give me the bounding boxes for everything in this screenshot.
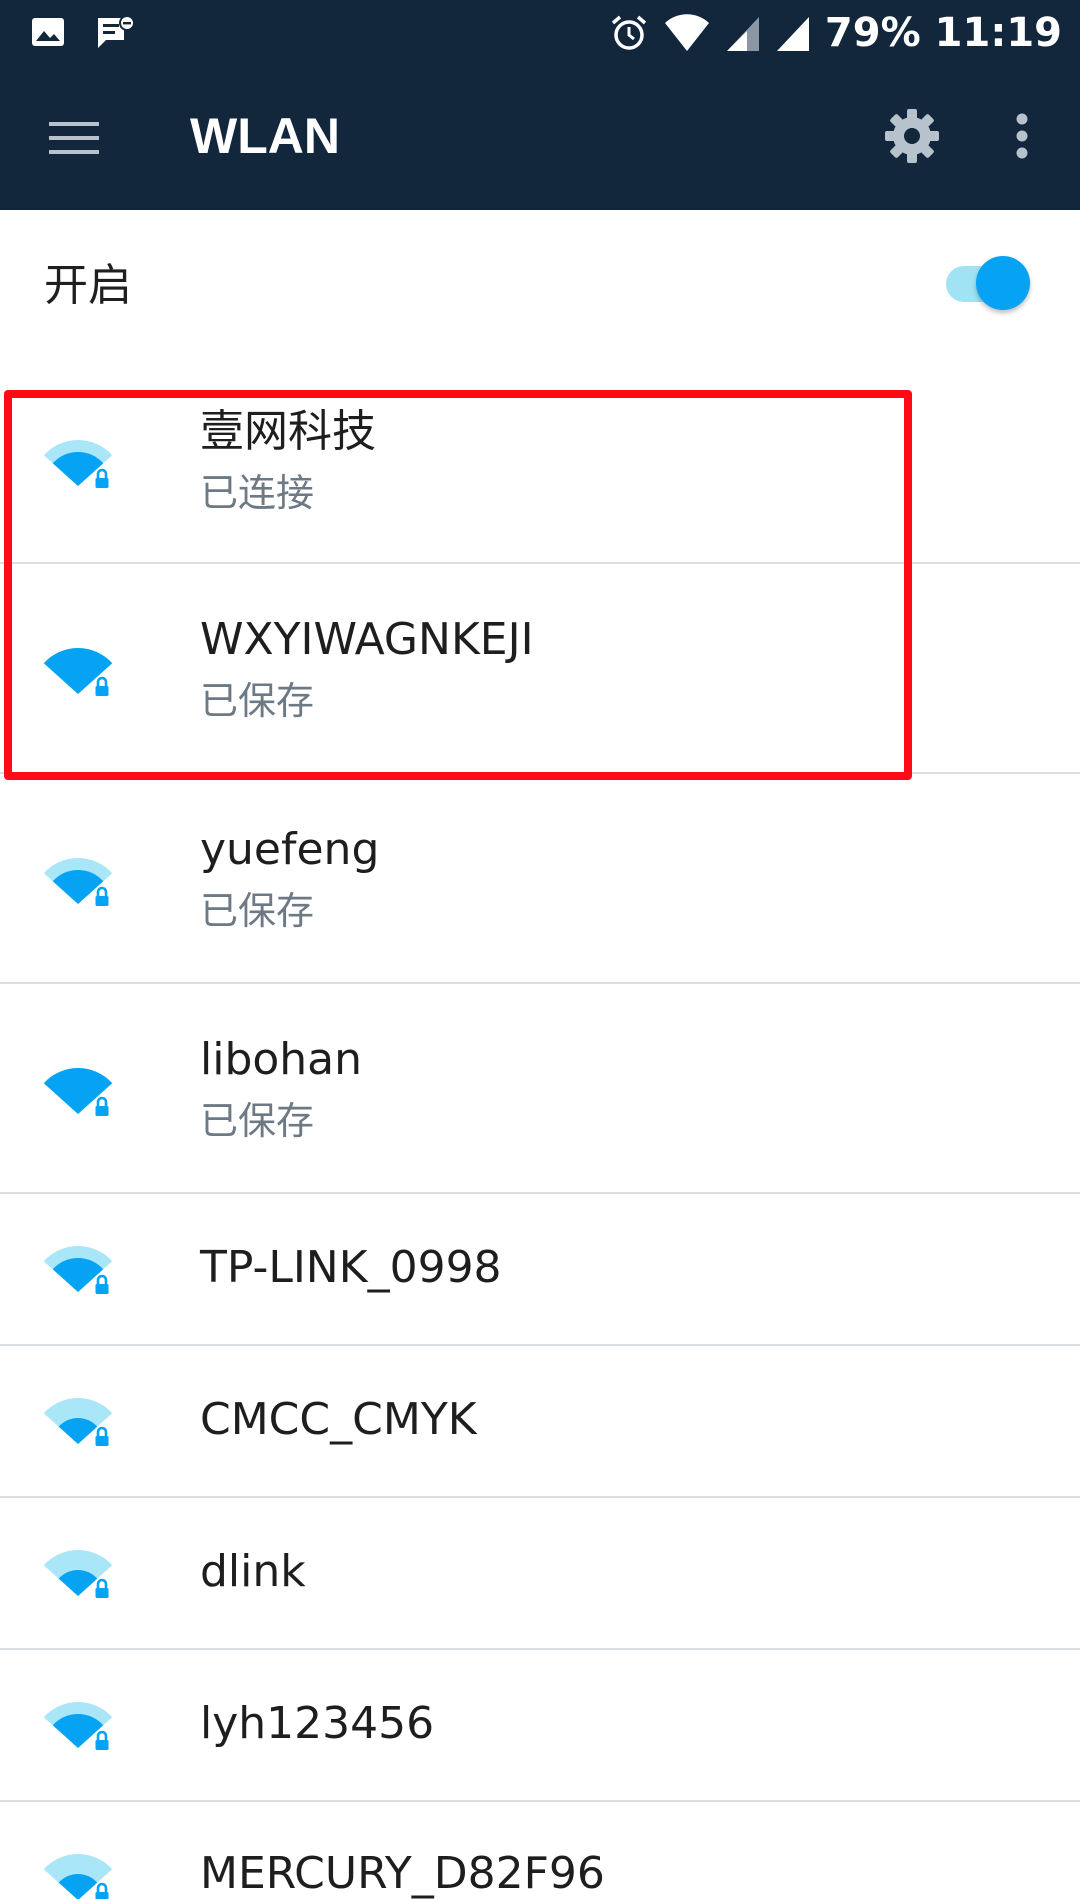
wifi-network-name: dlink bbox=[200, 1546, 306, 1597]
wifi-network-list: 壹网科技 已连接 WXYIWAGNKEJI 已保存 yuefeng 已保存 li… bbox=[0, 0, 1080, 1899]
wifi-network-name: yuefeng bbox=[200, 824, 380, 875]
wifi-network-name: lyh123456 bbox=[200, 1698, 435, 1749]
wifi-network-item[interactable]: TP-LINK_0998 bbox=[0, 1194, 1080, 1346]
lock-icon bbox=[95, 1426, 109, 1446]
wifi-network-status: 已保存 bbox=[200, 679, 315, 723]
wifi-network-name: MERCURY_D82F96 bbox=[200, 1848, 605, 1899]
wifi-network-name: 壹网科技 bbox=[200, 406, 376, 457]
wifi-network-name: TP-LINK_0998 bbox=[200, 1242, 502, 1293]
wifi-secured-icon bbox=[43, 1068, 113, 1116]
wifi-network-item[interactable]: lyh123456 bbox=[0, 1650, 1080, 1802]
lock-icon bbox=[95, 886, 109, 906]
wifi-network-status: 已保存 bbox=[200, 889, 315, 933]
wifi-network-name: CMCC_CMYK bbox=[200, 1394, 477, 1445]
wifi-secured-icon bbox=[43, 648, 113, 696]
wifi-secured-icon bbox=[43, 1702, 113, 1750]
wifi-network-item[interactable]: 壹网科技 已连接 bbox=[0, 360, 1080, 564]
wifi-network-item[interactable]: dlink bbox=[0, 1498, 1080, 1650]
wifi-network-name: libohan bbox=[200, 1034, 363, 1085]
wifi-secured-icon bbox=[43, 1398, 113, 1446]
lock-icon bbox=[95, 1096, 109, 1116]
wifi-signal-level bbox=[58, 1569, 98, 1596]
wifi-network-status: 已连接 bbox=[200, 471, 315, 515]
wifi-secured-icon bbox=[43, 440, 113, 488]
wifi-network-item[interactable]: WXYIWAGNKEJI 已保存 bbox=[0, 564, 1080, 774]
lock-icon bbox=[95, 1274, 109, 1294]
wifi-network-item[interactable]: libohan 已保存 bbox=[0, 984, 1080, 1194]
wifi-network-item[interactable]: CMCC_CMYK bbox=[0, 1346, 1080, 1498]
wifi-secured-icon bbox=[43, 1246, 113, 1294]
lock-icon bbox=[95, 1882, 109, 1899]
wifi-network-item[interactable]: yuefeng 已保存 bbox=[0, 774, 1080, 984]
wifi-secured-icon bbox=[43, 858, 113, 906]
wifi-network-item[interactable]: MERCURY_D82F96 bbox=[0, 1802, 1080, 1899]
wifi-secured-icon bbox=[43, 1550, 113, 1598]
wlan-settings-screen: 79% 11:19 WLAN 开启 壹网科技 已连接 WXYIWAGNKEJI … bbox=[0, 0, 1080, 1899]
wifi-secured-icon bbox=[43, 1854, 113, 1899]
wifi-network-name: WXYIWAGNKEJI bbox=[200, 614, 534, 665]
wifi-signal-level bbox=[58, 1417, 98, 1444]
lock-icon bbox=[95, 1578, 109, 1598]
lock-icon bbox=[95, 1730, 109, 1750]
lock-icon bbox=[95, 468, 109, 488]
lock-icon bbox=[95, 676, 109, 696]
wifi-network-status: 已保存 bbox=[200, 1099, 315, 1143]
